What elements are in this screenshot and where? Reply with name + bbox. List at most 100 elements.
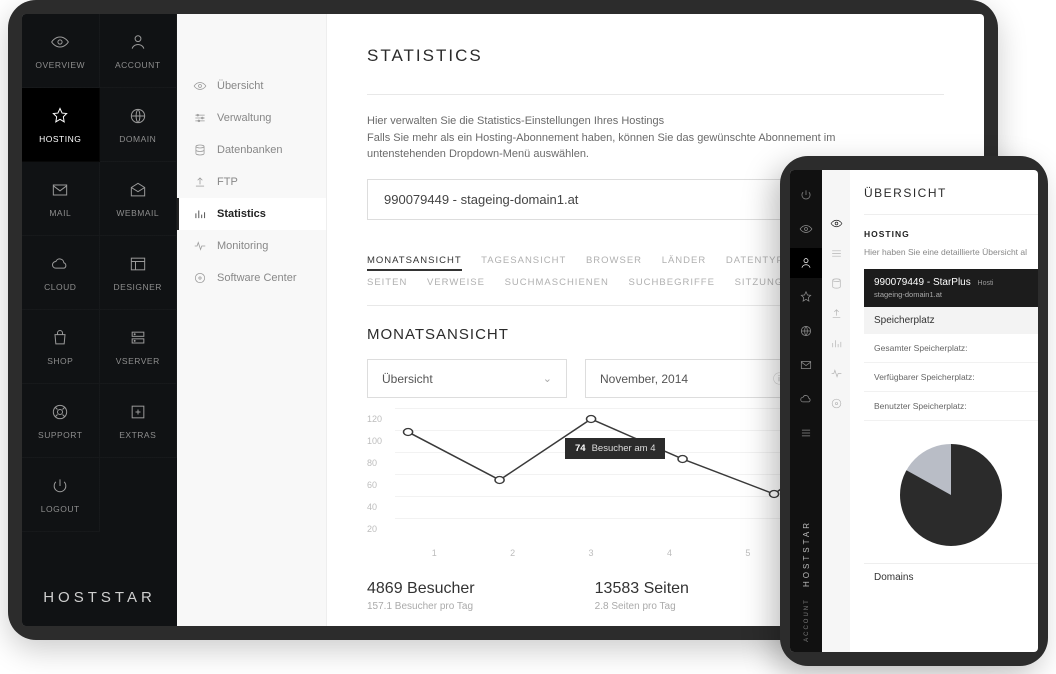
intro-text: Hier verwalten Sie die Statistics-Einste… <box>367 113 847 163</box>
month-select[interactable]: November, 2014 ⓘ <box>585 359 805 398</box>
nav-extras[interactable]: EXTRAS <box>100 384 178 458</box>
phone-nav-more[interactable] <box>790 418 822 448</box>
sliders-icon <box>193 111 207 125</box>
phone-nav-power[interactable] <box>790 180 822 210</box>
layout-icon <box>128 254 148 274</box>
nav-support[interactable]: SUPPORT <box>22 384 100 458</box>
nav-shop[interactable]: SHOP <box>22 310 100 384</box>
phone-subtitle: HOSTING <box>864 229 1038 239</box>
subnav-db[interactable]: Datenbanken <box>177 134 326 166</box>
nav-label: VSERVER <box>116 356 160 366</box>
nav-label: ACCOUNT <box>115 60 161 70</box>
phone-nav-overview[interactable] <box>790 214 822 244</box>
stat-visitors: 4869 Besucher 157.1 Besucher pro Tag <box>367 580 475 612</box>
phone-next-section[interactable]: Domains <box>864 563 1038 591</box>
nav-logout[interactable]: LOGOUT <box>22 458 100 532</box>
subnav-ftp[interactable]: FTP <box>177 166 326 198</box>
phone-subnav-db[interactable] <box>822 270 850 296</box>
tab-verweise[interactable]: VERWEISE <box>427 277 485 288</box>
metric-select[interactable]: Übersicht ⌄ <box>367 359 567 398</box>
phone-card-header[interactable]: 990079449 - StarPlus Hosti stageing-doma… <box>864 269 1038 307</box>
y-axis: 12010080604020 <box>367 408 382 540</box>
phone-screen: ACCOUNT HOSTSTAR ÜBERSICHT HOSTING Hier … <box>790 170 1038 652</box>
tab-seiten[interactable]: SEITEN <box>367 277 407 288</box>
subnav-label: Statistics <box>217 208 266 220</box>
phone-card-tag: Hosti <box>978 280 994 287</box>
nav-webmail[interactable]: WEBMAIL <box>100 162 178 236</box>
nav-mail[interactable]: MAIL <box>22 162 100 236</box>
cloud-icon <box>799 392 813 406</box>
row-free-storage: Verfügbarer Speicherplatz: <box>864 363 1038 392</box>
intro-line: Falls Sie mehr als ein Hosting-Abonnemen… <box>367 132 835 161</box>
phone-brand-label: HOSTSTAR <box>802 520 811 587</box>
subnav-statistics[interactable]: Statistics <box>177 198 326 230</box>
tab-tagesansicht[interactable]: TAGESANSICHT <box>481 255 566 266</box>
phone-subnav-software[interactable] <box>822 390 850 416</box>
tab-suchbegriffe[interactable]: SUCHBEGRIFFE <box>628 277 714 288</box>
subnav-admin[interactable]: Verwaltung <box>177 102 326 134</box>
nav-designer[interactable]: DESIGNER <box>100 236 178 310</box>
phone-subnav-stats[interactable] <box>822 330 850 356</box>
menu-icon <box>799 426 813 440</box>
sub-nav: Übersicht Verwaltung Datenbanken FTP Sta… <box>177 14 327 626</box>
select-value: November, 2014 <box>600 372 688 386</box>
subnav-software[interactable]: Software Center <box>177 262 326 294</box>
sliders-icon <box>830 247 843 260</box>
nav-label: EXTRAS <box>119 430 156 440</box>
phone-nav-hosting[interactable] <box>790 282 822 312</box>
tab-browser[interactable]: BROWSER <box>586 255 642 266</box>
star-icon <box>799 290 813 304</box>
phone-nav-mail[interactable] <box>790 350 822 380</box>
stat-sub: 2.8 Seiten pro Tag <box>595 601 689 612</box>
nav-overview[interactable]: OVERVIEW <box>22 14 100 88</box>
account-select[interactable]: 990079449 - stageing-domain1.at <box>367 179 787 220</box>
disc-icon <box>830 397 843 410</box>
user-icon <box>128 32 148 52</box>
phone-rows: Gesamter Speicherplatz: Verfügbarer Spei… <box>864 334 1038 421</box>
tab-laender[interactable]: LÄNDER <box>662 255 707 266</box>
phone-nav-domain[interactable] <box>790 316 822 346</box>
subnav-overview[interactable]: Übersicht <box>177 70 326 102</box>
phone-page-title: ÜBERSICHT <box>864 186 1038 200</box>
subnav-label: Datenbanken <box>217 144 282 156</box>
nav-label: OVERVIEW <box>35 60 85 70</box>
divider <box>367 94 944 95</box>
mail-icon <box>799 358 813 372</box>
nav-label: DOMAIN <box>119 134 156 144</box>
eye-icon <box>830 217 843 230</box>
nav-vserver[interactable]: VSERVER <box>100 310 178 384</box>
eye-icon <box>193 79 207 93</box>
nav-account[interactable]: ACCOUNT <box>100 14 178 88</box>
tab-monatsansicht[interactable]: MONATSANSICHT <box>367 255 462 271</box>
pie-chart <box>864 421 1038 563</box>
nav-label: MAIL <box>49 208 71 218</box>
eye-icon <box>799 222 813 236</box>
phone-subnav-overview[interactable] <box>822 210 850 236</box>
bar-chart-icon <box>830 337 843 350</box>
select-value: Übersicht <box>382 372 433 386</box>
nav-hosting[interactable]: HOSTING <box>22 88 100 162</box>
phone-subnav-ftp[interactable] <box>822 300 850 326</box>
stat-pages: 13583 Seiten 2.8 Seiten pro Tag <box>595 580 689 612</box>
subnav-monitoring[interactable]: Monitoring <box>177 230 326 262</box>
stat-value: 4869 Besucher <box>367 580 475 598</box>
row-total-storage: Gesamter Speicherplatz: <box>864 334 1038 363</box>
nav-domain[interactable]: DOMAIN <box>100 88 178 162</box>
phone-nav-account[interactable] <box>790 248 822 278</box>
eye-icon <box>50 32 70 52</box>
subnav-label: Verwaltung <box>217 112 271 124</box>
phone-nav-cloud[interactable] <box>790 384 822 414</box>
phone-subnav-monitoring[interactable] <box>822 360 850 386</box>
nav-cloud[interactable]: CLOUD <box>22 236 100 310</box>
pie-icon <box>891 435 1011 555</box>
disc-icon <box>193 271 207 285</box>
phone-subnav-admin[interactable] <box>822 240 850 266</box>
tooltip-label: Besucher am 4 <box>592 443 656 454</box>
globe-icon <box>799 324 813 338</box>
tab-suchmaschinen[interactable]: SUCHMASCHIENEN <box>505 277 609 288</box>
activity-icon <box>193 239 207 253</box>
phone-brand-sub: ACCOUNT <box>804 598 810 642</box>
bar-chart-icon <box>193 207 207 221</box>
chevron-down-icon: ⌄ <box>543 372 552 385</box>
cloud-icon <box>50 254 70 274</box>
